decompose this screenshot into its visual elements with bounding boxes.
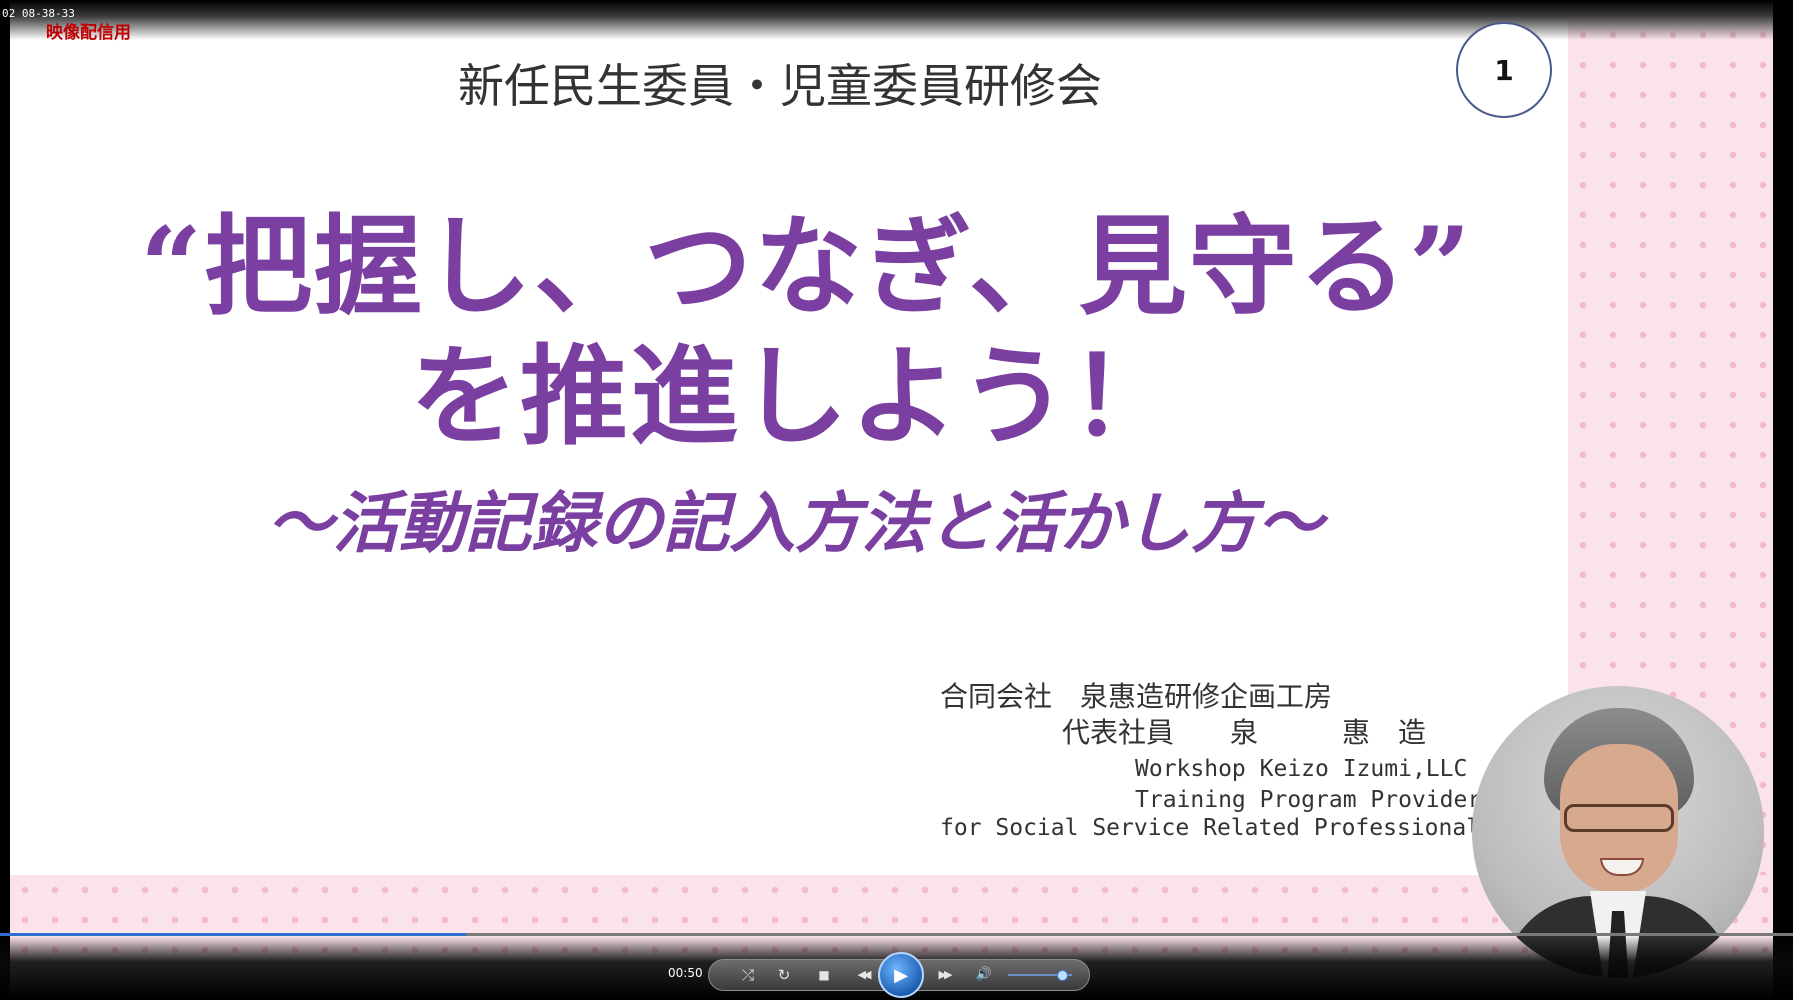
organization-tagline-en-1: Training Program Provider <box>1135 787 1482 813</box>
rewind-icon[interactable]: ◀◀ <box>843 964 883 986</box>
right-letterbox <box>1773 0 1793 1000</box>
page-number-text: 1 <box>1494 53 1514 87</box>
slide-title-line2: を推進しよう！ <box>409 334 1180 460</box>
current-time: 00:50 <box>668 966 703 980</box>
watermark-label: 映像配信用 <box>46 23 131 43</box>
volume-slider-knob[interactable] <box>1057 970 1069 981</box>
slide-page-number: 1 <box>1456 22 1552 118</box>
play-icon: ▶ <box>894 964 908 986</box>
video-frame: 02 08-38-33 映像配信用 新任民生委員・児童委員研修会 1 “把握し、… <box>0 0 1793 1000</box>
representative-name-jp: 代表社員 泉 惠 造 <box>1062 716 1427 749</box>
slide-subtitle: ～活動記録の記入方法と活かし方～ <box>267 484 1323 562</box>
left-letterbox <box>0 0 10 1000</box>
volume-icon[interactable]: 🔊 <box>971 964 997 986</box>
volume-slider[interactable] <box>1008 970 1072 981</box>
presenter-glasses <box>1564 804 1674 832</box>
shuffle-icon[interactable]: ⤮ <box>735 964 761 986</box>
fast-forward-icon[interactable]: ▶▶ <box>924 964 964 986</box>
organization-name-en: Workshop Keizo Izumi,LLC <box>1135 756 1468 782</box>
stop-icon[interactable]: ■ <box>811 964 837 986</box>
repeat-icon[interactable]: ↻ <box>771 964 797 986</box>
organization-tagline-en-2: for Social Service Related Professionals <box>940 815 1494 841</box>
organization-name-jp: 合同会社 泉惠造研修企画工房 <box>940 680 1333 713</box>
play-button[interactable]: ▶ <box>878 952 924 998</box>
slide-header: 新任民生委員・児童委員研修会 <box>458 59 1102 113</box>
